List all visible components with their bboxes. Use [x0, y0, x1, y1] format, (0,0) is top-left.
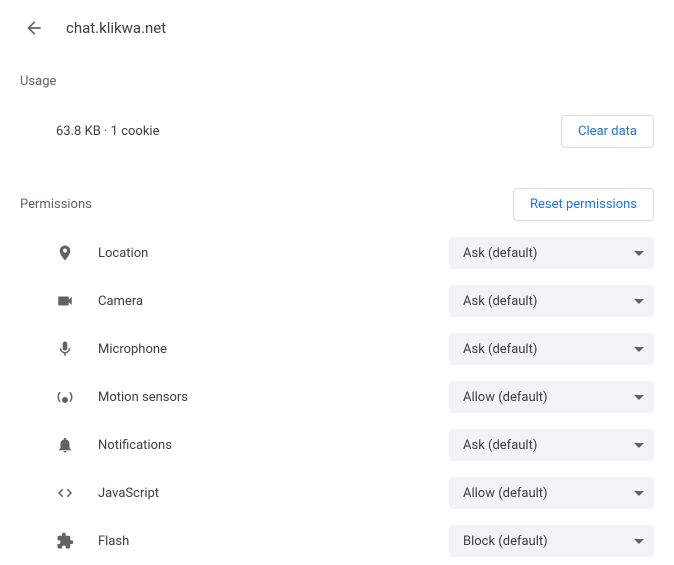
- permission-value: Block (default): [463, 534, 634, 549]
- permission-row: Flash Block (default): [0, 517, 674, 565]
- permission-label: Microphone: [98, 342, 449, 357]
- permission-dropdown[interactable]: Allow (default): [449, 477, 654, 509]
- chevron-down-icon: [634, 539, 644, 544]
- notifications-icon: [56, 436, 84, 454]
- permission-row: Notifications Ask (default): [0, 421, 674, 469]
- permission-dropdown[interactable]: Ask (default): [449, 429, 654, 461]
- back-button[interactable]: [24, 18, 44, 38]
- usage-row: 63.8 KB · 1 cookie Clear data: [0, 97, 674, 166]
- motion-sensors-icon: [56, 388, 84, 406]
- permissions-section-label: Permissions: [20, 197, 513, 212]
- permission-value: Allow (default): [463, 390, 634, 405]
- flash-icon: [56, 532, 84, 550]
- arrow-left-icon: [24, 18, 44, 38]
- permission-row: Location Ask (default): [0, 229, 674, 277]
- permission-label: Motion sensors: [98, 390, 449, 405]
- permission-value: Ask (default): [463, 294, 634, 309]
- chevron-down-icon: [634, 347, 644, 352]
- clear-data-button[interactable]: Clear data: [561, 115, 654, 148]
- permission-label: JavaScript: [98, 486, 449, 501]
- permission-dropdown[interactable]: Ask (default): [449, 333, 654, 365]
- permission-row: JavaScript Allow (default): [0, 469, 674, 517]
- reset-permissions-button[interactable]: Reset permissions: [513, 188, 654, 221]
- permission-label: Notifications: [98, 438, 449, 453]
- permission-dropdown[interactable]: Ask (default): [449, 237, 654, 269]
- permissions-section-header: Permissions Reset permissions: [0, 166, 674, 229]
- camera-icon: [56, 292, 84, 310]
- chevron-down-icon: [634, 299, 644, 304]
- permission-value: Allow (default): [463, 486, 634, 501]
- usage-section-label: Usage: [0, 52, 674, 97]
- permission-label: Location: [98, 246, 449, 261]
- permission-dropdown[interactable]: Block (default): [449, 525, 654, 557]
- location-icon: [56, 244, 84, 262]
- site-title: chat.klikwa.net: [66, 19, 166, 37]
- permissions-list: Location Ask (default) Camera Ask (default)…: [0, 229, 674, 565]
- permission-value: Ask (default): [463, 342, 634, 357]
- chevron-down-icon: [634, 251, 644, 256]
- chevron-down-icon: [634, 395, 644, 400]
- permission-row: Camera Ask (default): [0, 277, 674, 325]
- chevron-down-icon: [634, 443, 644, 448]
- chevron-down-icon: [634, 491, 644, 496]
- permission-row: Motion sensors Allow (default): [0, 373, 674, 421]
- permission-value: Ask (default): [463, 246, 634, 261]
- javascript-icon: [56, 484, 84, 502]
- permission-dropdown[interactable]: Ask (default): [449, 285, 654, 317]
- permission-dropdown[interactable]: Allow (default): [449, 381, 654, 413]
- permission-row: Microphone Ask (default): [0, 325, 674, 373]
- usage-summary: 63.8 KB · 1 cookie: [56, 124, 561, 139]
- page-header: chat.klikwa.net: [0, 0, 674, 52]
- microphone-icon: [56, 340, 84, 358]
- permission-label: Flash: [98, 534, 449, 549]
- permission-label: Camera: [98, 294, 449, 309]
- permission-value: Ask (default): [463, 438, 634, 453]
